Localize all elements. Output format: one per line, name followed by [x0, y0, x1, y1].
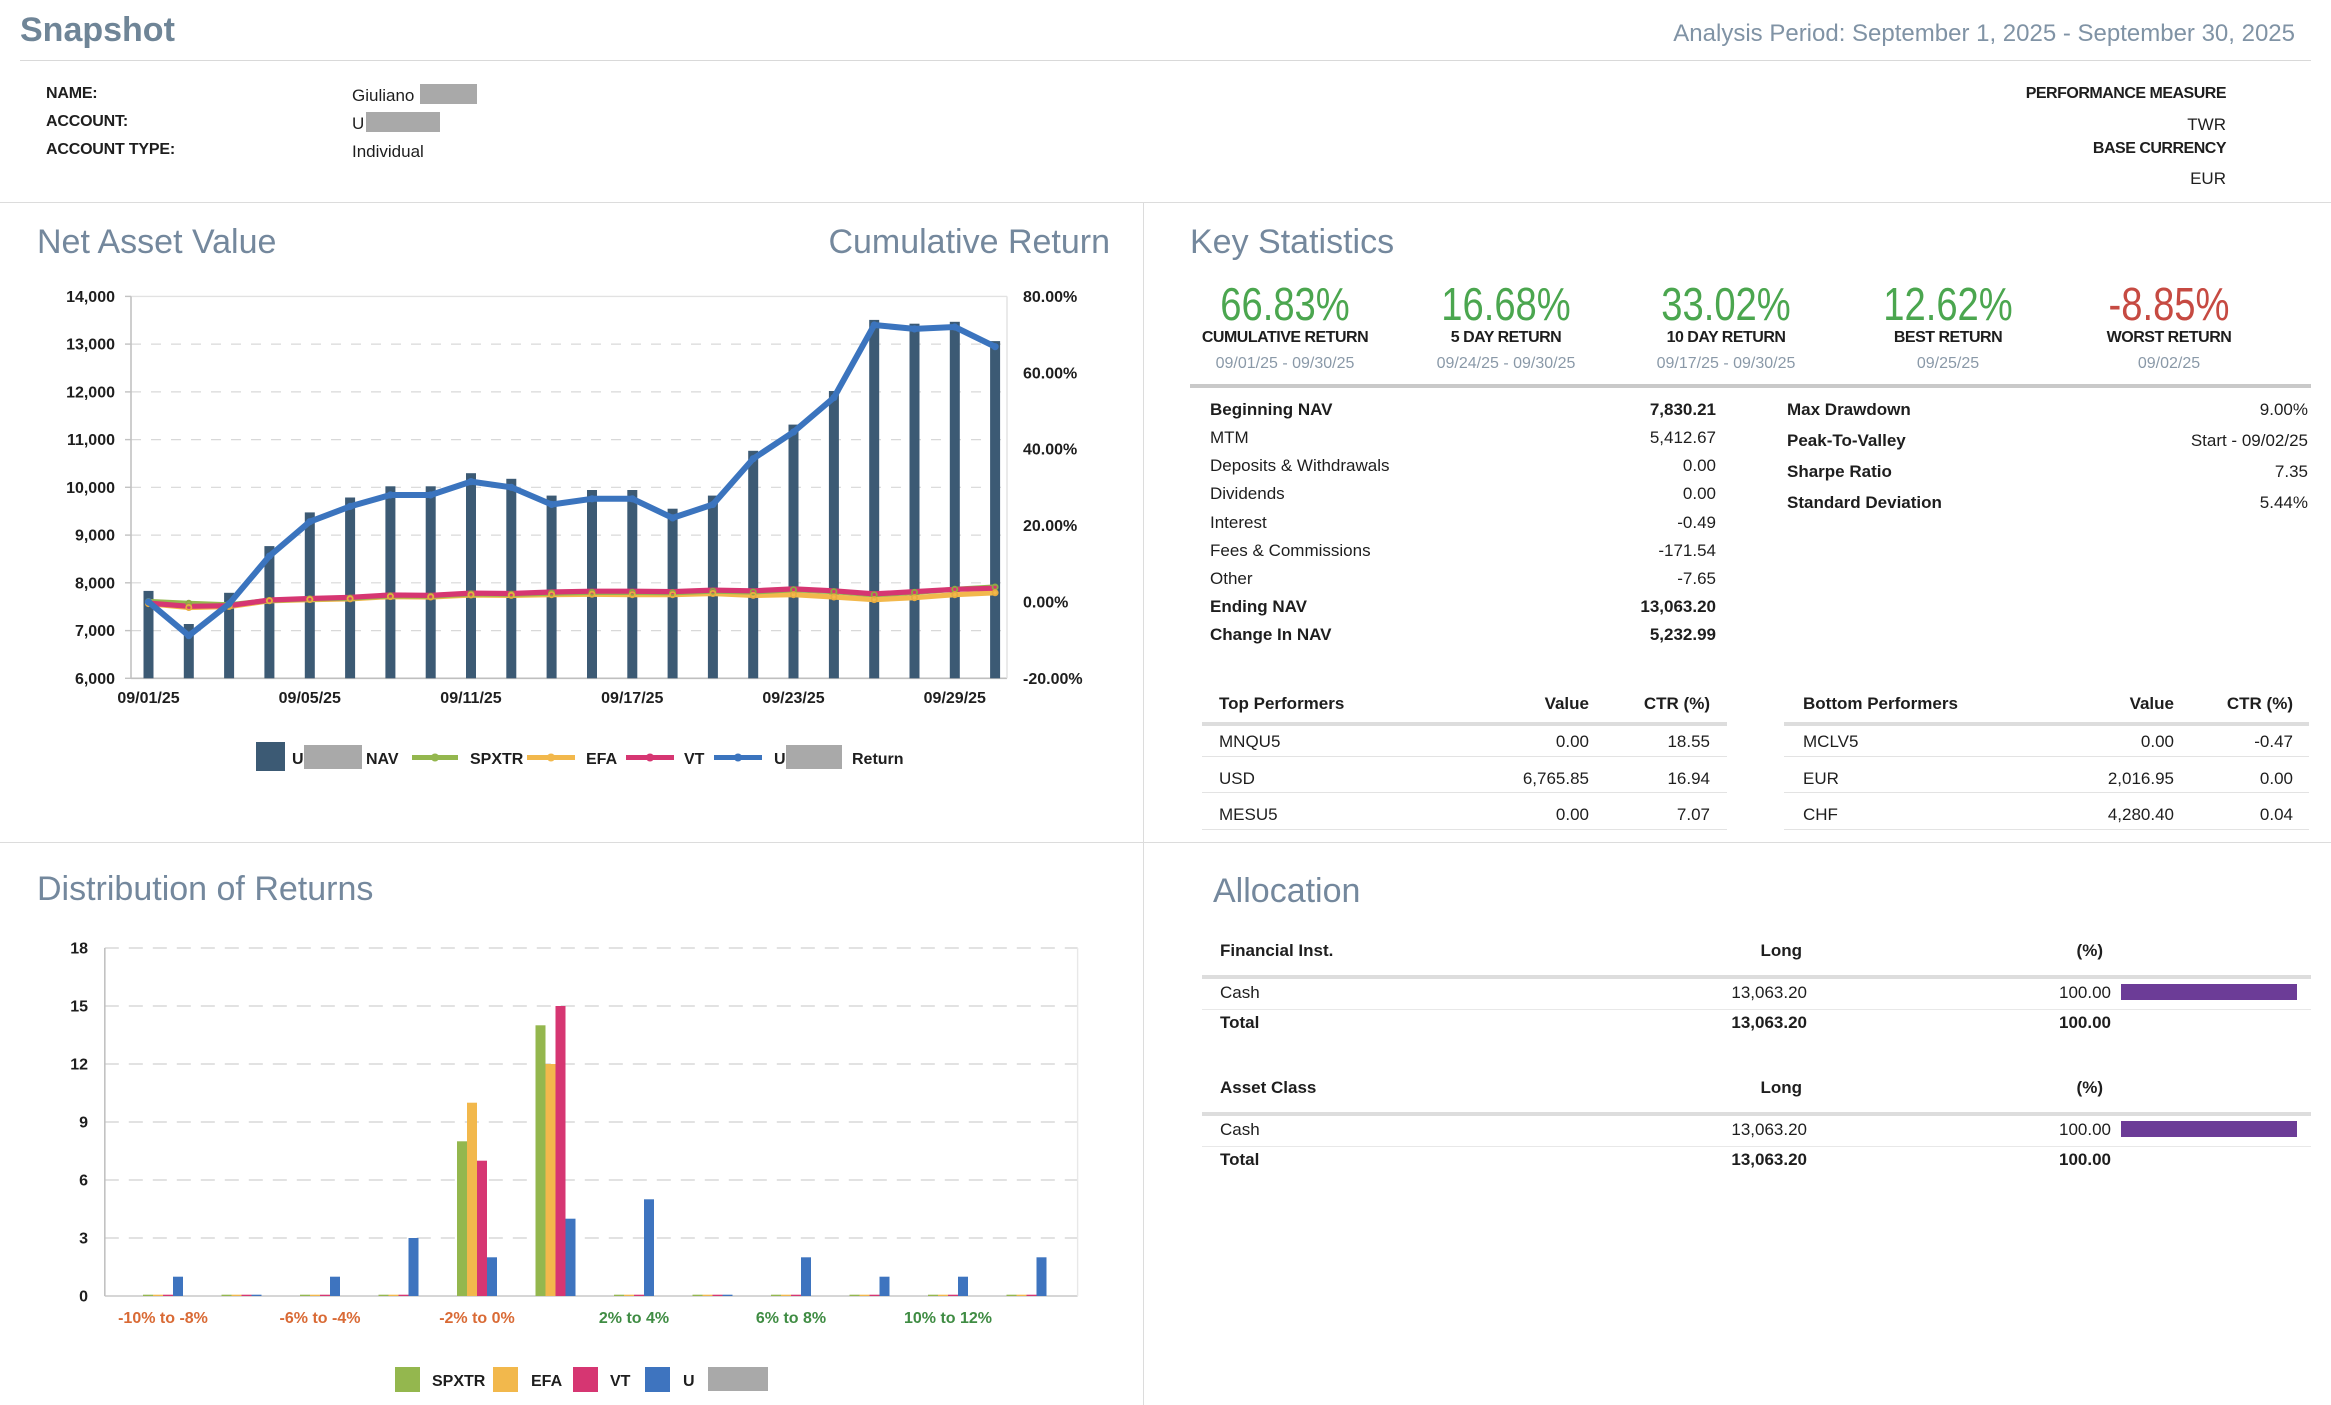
svg-text:SPXTR: SPXTR	[432, 1373, 486, 1390]
svg-text:VT: VT	[610, 1373, 631, 1390]
svg-text:09/11/25: 09/11/25	[440, 690, 502, 707]
svg-text:8,000: 8,000	[75, 575, 115, 592]
svg-text:12: 12	[70, 1057, 88, 1074]
svg-text:60.00%: 60.00%	[1023, 365, 1077, 382]
svg-text:-2% to 0%: -2% to 0%	[439, 1310, 515, 1327]
svg-text:09/17/25: 09/17/25	[601, 690, 663, 707]
svg-text:Return: Return	[852, 751, 904, 768]
svg-text:-6% to -4%: -6% to -4%	[280, 1310, 361, 1327]
svg-text:6% to 8%: 6% to 8%	[756, 1310, 826, 1327]
svg-text:9: 9	[79, 1115, 88, 1132]
svg-text:EFA: EFA	[586, 751, 618, 768]
svg-text:09/23/25: 09/23/25	[762, 690, 824, 707]
svg-text:11,000: 11,000	[67, 432, 115, 449]
svg-text:0: 0	[79, 1289, 88, 1306]
svg-text:U: U	[292, 751, 304, 768]
svg-text:80.00%: 80.00%	[1023, 289, 1077, 306]
svg-text:09/05/25: 09/05/25	[279, 690, 341, 707]
svg-text:2% to 4%: 2% to 4%	[599, 1310, 669, 1327]
svg-text:10% to 12%: 10% to 12%	[904, 1310, 992, 1327]
svg-text:09/29/25: 09/29/25	[924, 690, 986, 707]
svg-text:-20.00%: -20.00%	[1023, 671, 1083, 688]
svg-text:U: U	[774, 751, 786, 768]
svg-text:12,000: 12,000	[66, 384, 115, 401]
svg-text:9,000: 9,000	[75, 528, 115, 545]
svg-text:14,000: 14,000	[66, 289, 115, 306]
svg-text:10,000: 10,000	[66, 480, 115, 497]
svg-text:VT: VT	[684, 751, 705, 768]
svg-text:U: U	[683, 1373, 695, 1390]
svg-text:6: 6	[79, 1173, 88, 1190]
svg-text:7,000: 7,000	[75, 623, 115, 640]
svg-text:40.00%: 40.00%	[1023, 442, 1077, 459]
svg-text:18: 18	[70, 941, 88, 958]
svg-text:-10% to -8%: -10% to -8%	[118, 1310, 208, 1327]
svg-text:15: 15	[70, 999, 88, 1016]
svg-text:0.00%: 0.00%	[1023, 594, 1068, 611]
svg-text:20.00%: 20.00%	[1023, 518, 1077, 535]
svg-text:EFA: EFA	[531, 1373, 563, 1390]
svg-text:09/01/25: 09/01/25	[117, 690, 179, 707]
svg-text:13,000: 13,000	[66, 337, 115, 354]
svg-text:3: 3	[79, 1231, 88, 1248]
svg-text:SPXTR: SPXTR	[470, 751, 524, 768]
svg-text:NAV: NAV	[366, 751, 399, 768]
svg-text:6,000: 6,000	[75, 671, 115, 688]
